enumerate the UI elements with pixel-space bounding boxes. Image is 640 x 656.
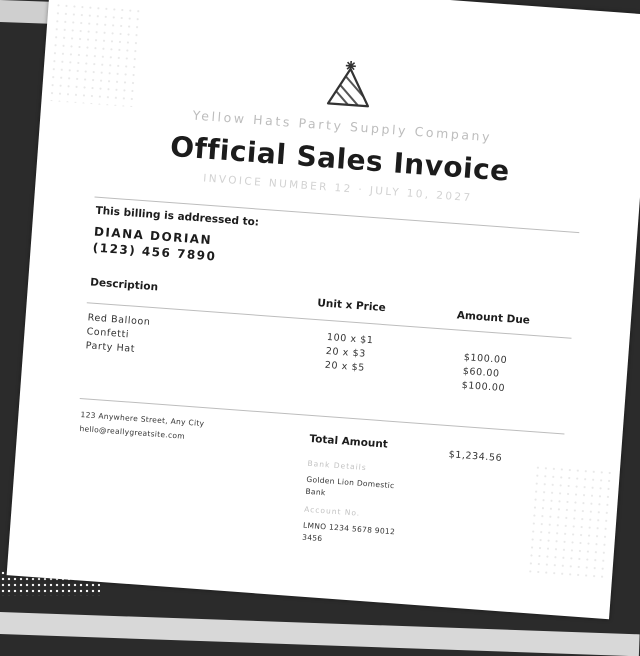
company-email: hello@reallygreatsite.com [79, 424, 186, 441]
column-description: Description [89, 276, 159, 294]
account-label: Account No. [303, 504, 361, 518]
item-description: Red Balloon [87, 312, 151, 328]
item-unit-price: 100 x $1 [326, 331, 374, 347]
item-description: Party Hat [85, 340, 136, 355]
item-amount: $60.00 [462, 365, 500, 380]
bank-name-line2: Bank [305, 486, 326, 498]
item-amount: $100.00 [463, 351, 508, 367]
account-line2: 3456 [301, 532, 323, 544]
background-band-bottom [0, 612, 640, 656]
paper-dots-left [47, 1, 145, 108]
column-amount-due: Amount Due [456, 309, 531, 327]
party-hat-icon [326, 60, 371, 108]
item-amount: $100.00 [461, 379, 506, 395]
column-unit-price: Unit x Price [316, 297, 387, 315]
bank-label: Bank Details [307, 458, 368, 473]
billing-label: This billing is addressed to: [95, 204, 260, 229]
item-unit-price: 20 x $5 [324, 359, 366, 374]
item-unit-price: 20 x $3 [325, 345, 367, 360]
paper-dots-right [526, 463, 614, 579]
total-value: $1,234.56 [448, 449, 503, 465]
total-label: Total Amount [308, 432, 389, 451]
invoice-sheet: Yellow Hats Party Supply Company Officia… [6, 0, 640, 620]
item-description: Confetti [86, 326, 130, 341]
